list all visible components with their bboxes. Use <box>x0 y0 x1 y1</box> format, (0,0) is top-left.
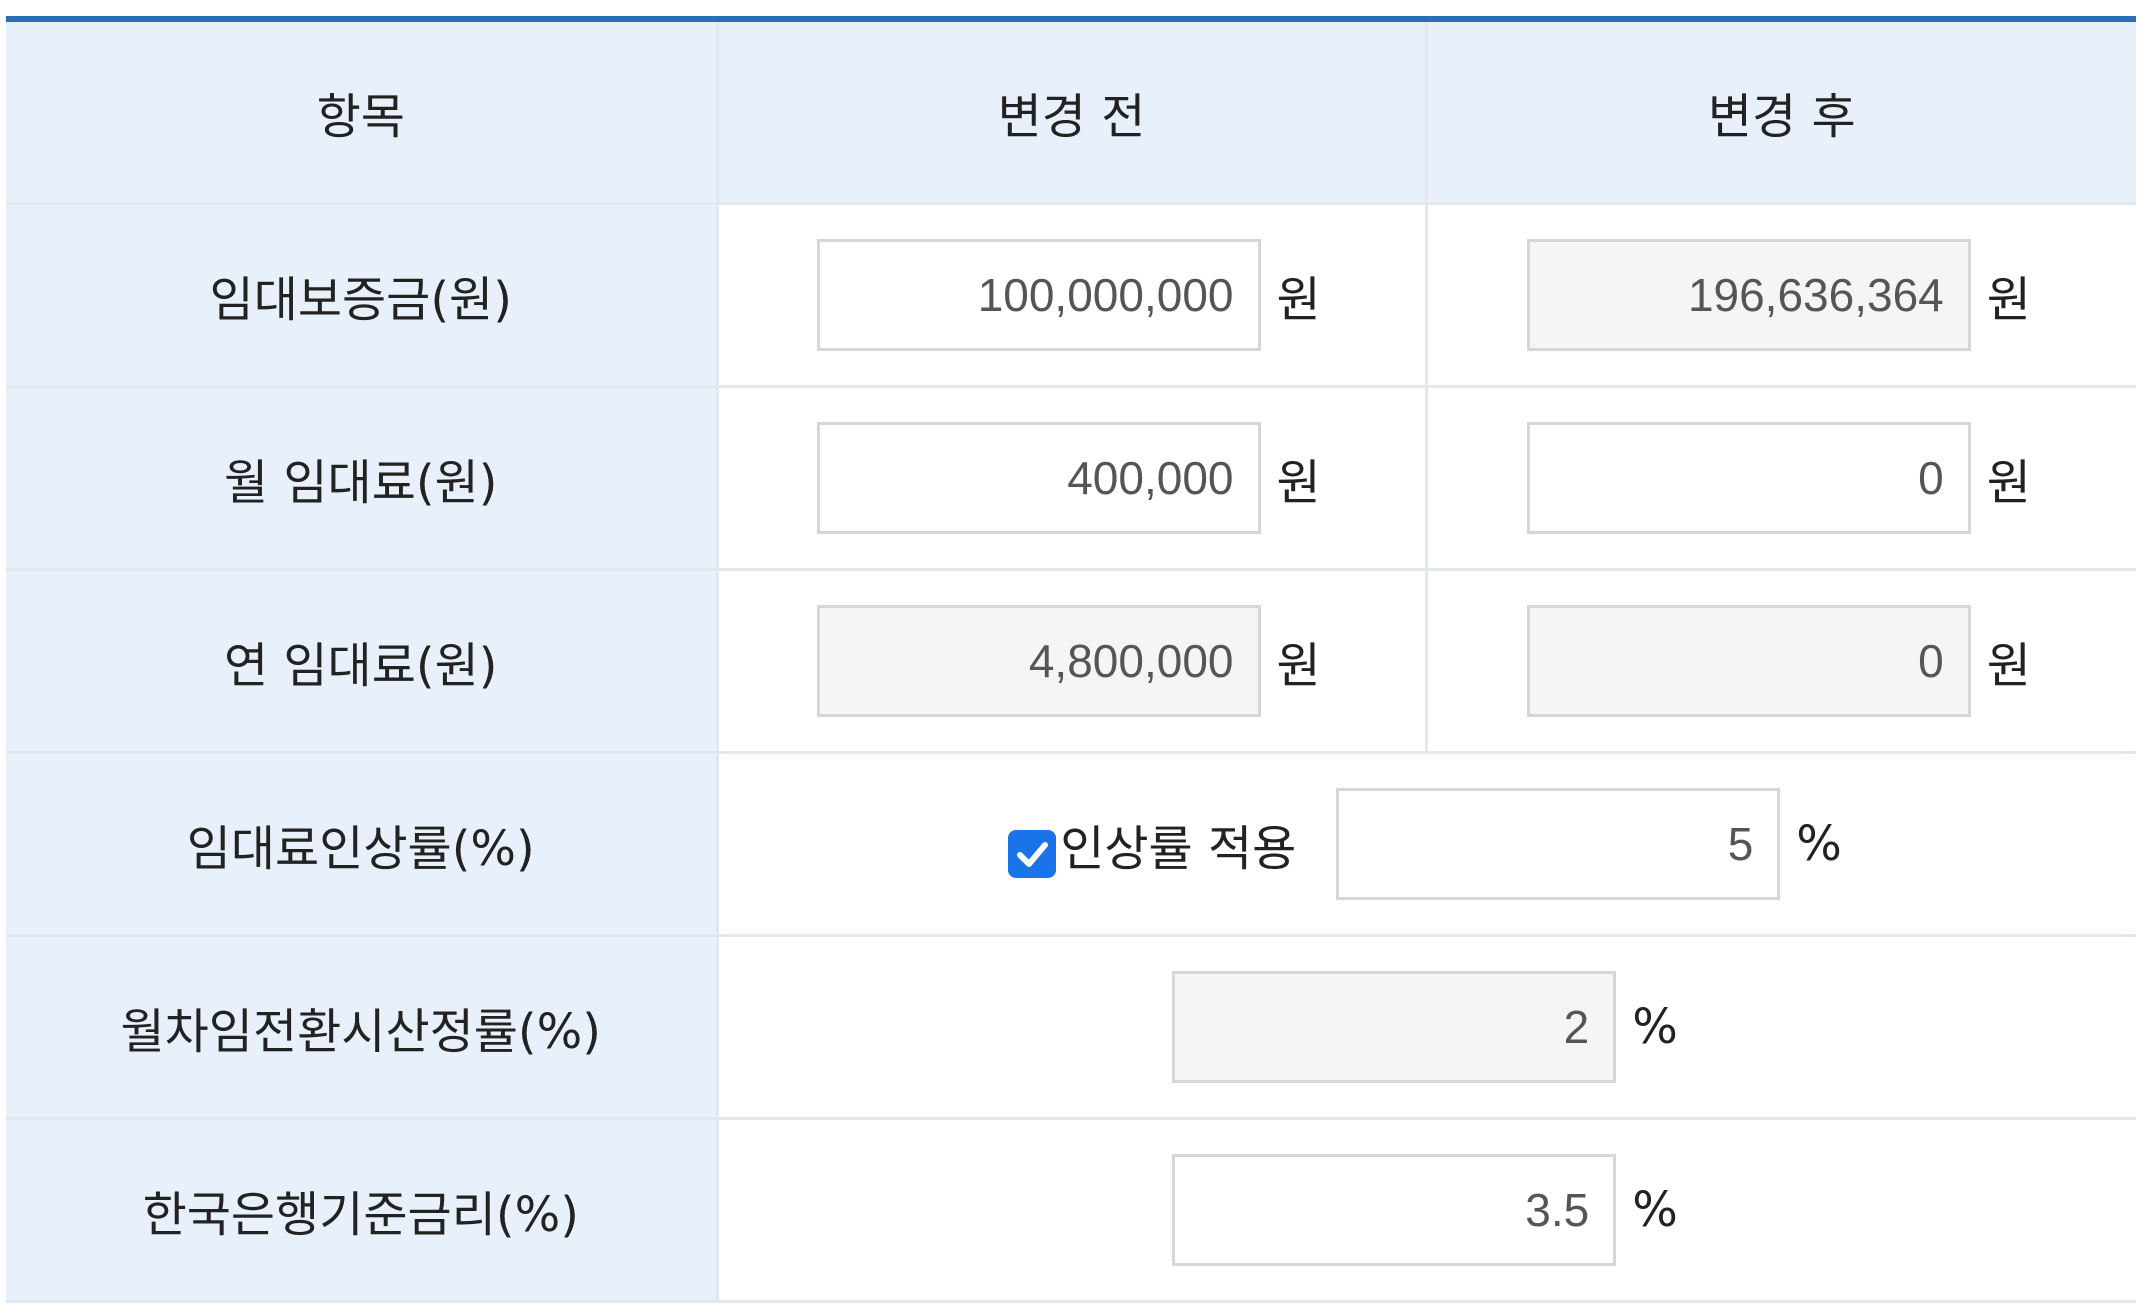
yearly-rent-before-unit: 원 <box>1276 637 1321 694</box>
rent-conversion-table: 항목 변경 전 변경 후 임대보증금(원) 100,000,000 원 196,… <box>6 16 2136 1303</box>
yearly-rent-label: 연 임대료(원) <box>6 569 719 754</box>
yearly-rent-after-cell: 0 원 <box>1426 569 2136 754</box>
monthly-rent-after-input[interactable]: 0 <box>1526 421 1971 534</box>
rent-increase-label: 임대료인상률(%) <box>6 752 719 937</box>
table-row-monthly-rent: 월 임대료(원) 400,000 원 0 원 <box>6 386 2136 571</box>
apply-increase-checkbox[interactable] <box>1008 829 1057 878</box>
deposit-before-cell: 100,000,000 원 <box>717 203 1428 388</box>
monthly-rent-before-cell: 400,000 원 <box>717 386 1428 571</box>
table-row-conversion-rate: 월차임전환시산정률(%) 2 % <box>6 935 2136 1120</box>
bok-base-rate-input[interactable]: 3.5 <box>1172 1153 1617 1266</box>
deposit-before-unit: 원 <box>1276 271 1321 328</box>
rent-increase-input[interactable]: 5 <box>1336 787 1781 900</box>
header-before: 변경 전 <box>717 19 1428 205</box>
rent-increase-cell: 인상률 적용 5 % <box>717 752 2136 937</box>
deposit-after-output: 196,636,364 <box>1526 238 1971 351</box>
monthly-rent-after-unit: 원 <box>1986 454 2031 511</box>
bok-base-rate-unit: % <box>1632 1181 1678 1238</box>
bok-base-rate-cell: 3.5 % <box>717 1118 2136 1303</box>
monthly-rent-before-unit: 원 <box>1276 454 1321 511</box>
bok-base-rate-label: 한국은행기준금리(%) <box>6 1118 719 1303</box>
header-after: 변경 후 <box>1426 19 2136 205</box>
conversion-rate-cell: 2 % <box>717 935 2136 1120</box>
monthly-rent-label: 월 임대료(원) <box>6 386 719 571</box>
table-header-row: 항목 변경 전 변경 후 <box>6 19 2136 205</box>
deposit-after-unit: 원 <box>1986 271 2031 328</box>
conversion-rate-label: 월차임전환시산정률(%) <box>6 935 719 1120</box>
monthly-rent-before-input[interactable]: 400,000 <box>816 421 1261 534</box>
conversion-rate-output: 2 <box>1172 970 1617 1083</box>
conversion-rate-unit: % <box>1632 998 1678 1055</box>
apply-increase-toggle[interactable]: 인상률 적용 <box>1008 809 1296 879</box>
checkmark-icon <box>1017 841 1049 867</box>
table-row-deposit: 임대보증금(원) 100,000,000 원 196,636,364 원 <box>6 203 2136 388</box>
table-row-yearly-rent: 연 임대료(원) 4,800,000 원 0 원 <box>6 569 2136 754</box>
header-item: 항목 <box>6 19 719 205</box>
apply-increase-label: 인상률 적용 <box>1060 820 1297 877</box>
monthly-rent-after-cell: 0 원 <box>1426 386 2136 571</box>
table-row-bok-base-rate: 한국은행기준금리(%) 3.5 % <box>6 1118 2136 1303</box>
deposit-label: 임대보증금(원) <box>6 203 719 388</box>
yearly-rent-before-output: 4,800,000 <box>816 604 1261 717</box>
yearly-rent-before-cell: 4,800,000 원 <box>717 569 1428 754</box>
table-row-rent-increase: 임대료인상률(%) 인상률 적용 5 % <box>6 752 2136 937</box>
yearly-rent-after-unit: 원 <box>1986 637 2031 694</box>
deposit-after-cell: 196,636,364 원 <box>1426 203 2136 388</box>
yearly-rent-after-output: 0 <box>1526 604 1971 717</box>
deposit-before-input[interactable]: 100,000,000 <box>816 238 1261 351</box>
rent-increase-unit: % <box>1796 815 1842 872</box>
